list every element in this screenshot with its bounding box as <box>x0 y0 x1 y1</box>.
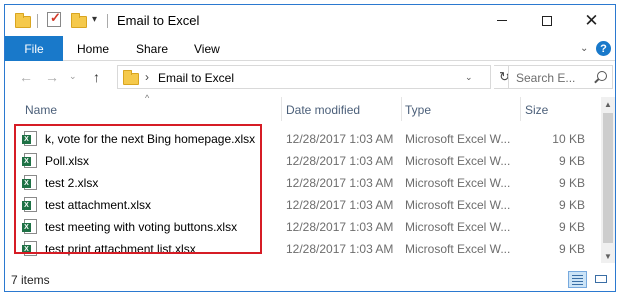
folder-icon <box>123 70 139 85</box>
column-divider[interactable] <box>520 97 521 121</box>
excel-file-icon: X <box>22 175 37 190</box>
file-type: Microsoft Excel W... <box>405 198 511 212</box>
file-size: 9 KB <box>558 154 585 168</box>
file-type: Microsoft Excel W... <box>405 132 511 146</box>
file-name: k, vote for the next Bing homepage.xlsx <box>45 132 256 146</box>
help-icon[interactable]: ? <box>596 41 611 56</box>
file-size: 9 KB <box>558 176 585 190</box>
file-row[interactable]: X test 2.xlsx 12/28/2017 1:03 AM Microso… <box>5 172 601 194</box>
file-row[interactable]: X test print attachment list.xlsx 12/28/… <box>5 238 601 260</box>
file-date: 12/28/2017 1:03 AM <box>286 132 394 146</box>
search-input[interactable]: Search E... <box>508 65 613 89</box>
file-name: test print attachment list.xlsx <box>45 242 196 256</box>
scrollbar-thumb[interactable] <box>603 113 613 243</box>
tab-view[interactable]: View <box>194 42 220 56</box>
excel-file-icon: X <box>22 197 37 212</box>
ribbon-tabs: File Home Share View ⌄ ? <box>5 36 615 61</box>
excel-file-icon: X <box>22 131 37 146</box>
excel-file-icon: X <box>22 219 37 234</box>
file-size: 10 KB <box>552 132 585 146</box>
chevron-down-icon[interactable]: ⌄ <box>465 72 473 83</box>
item-count: 7 items <box>11 273 50 287</box>
search-placeholder: Search E... <box>516 71 576 85</box>
folder-icon <box>15 13 31 28</box>
file-row[interactable]: X k, vote for the next Bing homepage.xls… <box>5 128 601 150</box>
file-date: 12/28/2017 1:03 AM <box>286 198 394 212</box>
file-row[interactable]: X test attachment.xlsx 12/28/2017 1:03 A… <box>5 194 601 216</box>
file-row[interactable]: X Poll.xlsx 12/28/2017 1:03 AM Microsoft… <box>5 150 601 172</box>
file-date: 12/28/2017 1:03 AM <box>286 242 394 256</box>
minimize-button[interactable] <box>479 5 524 36</box>
expand-ribbon-icon[interactable]: ⌄ <box>580 43 588 54</box>
explorer-window: ✓ ▾ Email to Excel ✕ File Home Share Vie… <box>4 4 616 292</box>
file-row[interactable]: X test meeting with voting buttons.xlsx … <box>5 216 601 238</box>
file-date: 12/28/2017 1:03 AM <box>286 154 394 168</box>
file-name: Poll.xlsx <box>45 154 90 168</box>
toolbar-divider <box>37 14 38 28</box>
file-size: 9 KB <box>558 242 585 256</box>
title-bar: ✓ ▾ Email to Excel ✕ <box>5 5 615 36</box>
file-name: test meeting with voting buttons.xlsx <box>45 220 238 234</box>
file-type: Microsoft Excel W... <box>405 176 511 190</box>
tab-home[interactable]: Home <box>77 42 109 56</box>
file-name: test attachment.xlsx <box>45 198 152 212</box>
status-bar: 7 items <box>5 267 615 291</box>
file-date: 12/28/2017 1:03 AM <box>286 220 394 234</box>
column-divider[interactable] <box>401 97 402 121</box>
address-bar[interactable]: › Email to Excel ⌄ <box>117 65 491 89</box>
column-header-date[interactable]: Date modified <box>286 103 360 117</box>
sort-caret-icon: ^ <box>145 93 150 103</box>
minimize-icon <box>496 20 507 21</box>
file-type: Microsoft Excel W... <box>405 220 511 234</box>
maximize-icon <box>541 15 552 26</box>
back-icon[interactable]: ← <box>19 69 33 85</box>
quick-access-dropdown-icon[interactable]: ▾ <box>92 14 97 25</box>
address-row: ← → ⌄ ↑ › Email to Excel ⌄ ↻ Search E... <box>5 62 615 92</box>
column-header-size[interactable]: Size <box>525 103 548 117</box>
column-header-name[interactable]: Name <box>25 103 57 117</box>
file-type: Microsoft Excel W... <box>405 154 511 168</box>
close-button[interactable]: ✕ <box>569 5 614 36</box>
new-folder-icon[interactable] <box>71 13 87 28</box>
forward-icon[interactable]: → <box>45 69 59 85</box>
window-title: Email to Excel <box>117 13 200 28</box>
column-divider[interactable] <box>281 97 282 121</box>
toolbar-divider <box>107 14 108 28</box>
column-header-type[interactable]: Type <box>405 103 431 117</box>
large-icons-view-icon[interactable] <box>592 271 610 288</box>
maximize-button[interactable] <box>524 5 569 36</box>
details-view-icon[interactable] <box>568 271 587 288</box>
tab-share[interactable]: Share <box>136 42 168 56</box>
file-name: test 2.xlsx <box>45 176 99 190</box>
file-date: 12/28/2017 1:03 AM <box>286 176 394 190</box>
vertical-scrollbar[interactable]: ▲ ▼ <box>601 97 615 263</box>
excel-file-icon: X <box>22 153 37 168</box>
properties-icon[interactable]: ✓ <box>47 10 61 27</box>
file-size: 9 KB <box>558 198 585 212</box>
excel-file-icon: X <box>22 241 37 256</box>
file-type: Microsoft Excel W... <box>405 242 511 256</box>
file-size: 9 KB <box>558 220 585 234</box>
scroll-down-icon[interactable]: ▼ <box>601 249 615 263</box>
chevron-right-icon[interactable]: › <box>145 70 149 84</box>
scroll-up-icon[interactable]: ▲ <box>601 97 615 111</box>
recent-locations-icon[interactable]: ⌄ <box>69 71 77 82</box>
up-icon[interactable]: ↑ <box>93 69 100 85</box>
tab-file[interactable]: File <box>5 36 63 61</box>
search-icon <box>597 71 607 81</box>
breadcrumb[interactable]: Email to Excel <box>158 71 234 85</box>
